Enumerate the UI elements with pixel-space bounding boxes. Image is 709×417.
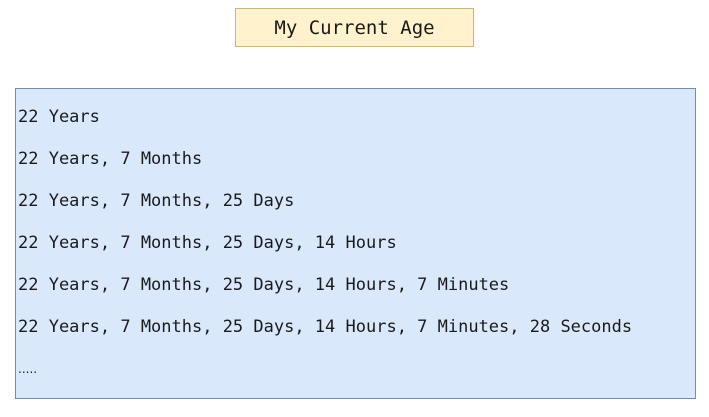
page-title: My Current Age <box>274 16 435 39</box>
age-line-seconds: 22 Years, 7 Months, 25 Days, 14 Hours, 7… <box>18 317 633 337</box>
title-box: My Current Age <box>235 8 474 47</box>
age-line-minutes: 22 Years, 7 Months, 25 Days, 14 Hours, 7… <box>18 275 510 295</box>
age-lines-panel: 22 Years 22 Years, 7 Months 22 Years, 7 … <box>15 88 696 399</box>
age-line-hours: 22 Years, 7 Months, 25 Days, 14 Hours <box>18 233 397 253</box>
continuation-ellipsis: ..... <box>18 362 38 376</box>
age-line-months: 22 Years, 7 Months <box>18 149 203 169</box>
age-line-days: 22 Years, 7 Months, 25 Days <box>18 191 295 211</box>
age-line-years: 22 Years <box>18 107 100 127</box>
